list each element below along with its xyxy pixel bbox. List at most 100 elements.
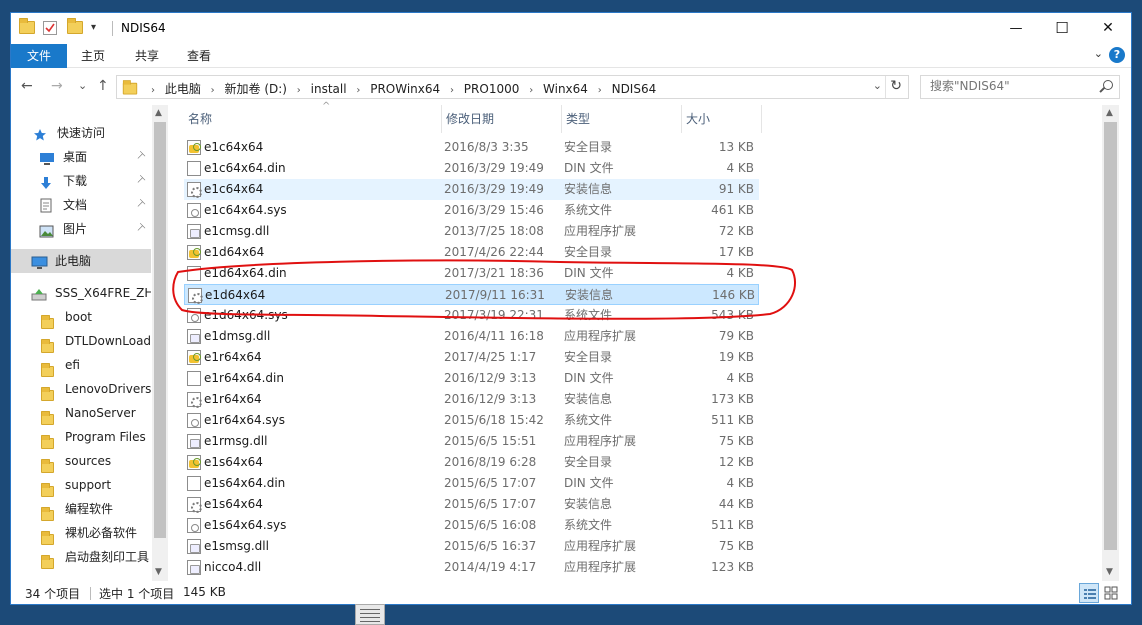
- scroll-up-arrow-icon[interactable]: ▲: [1106, 108, 1113, 118]
- breadcrumb-item-this-pc[interactable]: 此电脑: [165, 82, 201, 96]
- table-row[interactable]: nicco4.dll 2014/4/19 4:17 应用程序扩展 123 KB: [184, 557, 759, 578]
- address-history-chevron-down-icon[interactable]: ⌄: [873, 79, 882, 92]
- table-row[interactable]: e1s64x64.sys 2015/6/5 16:08 系统文件 511 KB: [184, 515, 759, 536]
- refresh-icon[interactable]: ↻: [890, 78, 902, 94]
- new-folder-icon[interactable]: [67, 18, 83, 37]
- properties-icon[interactable]: [43, 21, 57, 35]
- sidebar-item[interactable]: support: [11, 473, 151, 497]
- navigation-bar: ← → ⌄ ↑ › 此电脑 › 新加卷 (D:) › install › PRO…: [11, 68, 1131, 105]
- pin-icon[interactable]: ⊣: [130, 217, 151, 240]
- large-icons-view-icon[interactable]: [1101, 583, 1121, 603]
- scroll-up-arrow-icon[interactable]: ▲: [155, 108, 162, 118]
- table-row[interactable]: e1c64x64.sys 2016/3/29 15:46 系统文件 461 KB: [184, 200, 759, 221]
- pin-icon[interactable]: ⊣: [130, 193, 151, 216]
- tab-file[interactable]: 文件: [11, 44, 67, 68]
- up-arrow-icon[interactable]: ↑: [97, 78, 109, 94]
- close-button[interactable]: ✕: [1085, 13, 1131, 44]
- sidebar-item[interactable]: 文档 ⊣: [11, 193, 151, 217]
- scrollbar-thumb[interactable]: [1104, 122, 1117, 550]
- table-row[interactable]: e1r64x64.din 2016/12/9 3:13 DIN 文件 4 KB: [184, 368, 759, 389]
- breadcrumb-item-winx64[interactable]: Winx64: [543, 82, 588, 96]
- column-header-type[interactable]: 类型: [562, 105, 682, 133]
- file-icon: [187, 371, 201, 386]
- scrollbar-thumb[interactable]: [154, 122, 166, 538]
- search-input[interactable]: [930, 79, 1090, 93]
- sidebar-item[interactable]: 裸机必备软件: [11, 521, 151, 545]
- sidebar-item[interactable]: 下载 ⊣: [11, 169, 151, 193]
- file-size: 461 KB: [711, 203, 754, 217]
- table-row[interactable]: e1d64x64.din 2017/3/21 18:36 DIN 文件 4 KB: [184, 263, 759, 284]
- breadcrumb-separator[interactable]: ›: [450, 85, 454, 96]
- pin-icon[interactable]: ⊣: [130, 169, 151, 192]
- search-box[interactable]: [920, 75, 1120, 99]
- sidebar-item[interactable]: 此电脑: [11, 249, 151, 273]
- sidebar-item[interactable]: 编程软件: [11, 497, 151, 521]
- sidebar-item[interactable]: DTLDownLoads: [11, 329, 151, 353]
- breadcrumb-separator[interactable]: ›: [356, 85, 360, 96]
- file-type: DIN 文件: [564, 371, 614, 385]
- table-row[interactable]: e1s64x64.din 2015/6/5 17:07 DIN 文件 4 KB: [184, 473, 759, 494]
- sidebar-item[interactable]: sources: [11, 449, 151, 473]
- sidebar-item[interactable]: SSS_X64FRE_ZH-: [11, 281, 151, 305]
- recent-locations-chevron-down-icon[interactable]: ⌄: [78, 79, 87, 92]
- sidebar-item[interactable]: 图片 ⊣: [11, 217, 151, 241]
- column-header-date[interactable]: 修改日期: [442, 105, 562, 133]
- pin-icon[interactable]: ⊣: [130, 145, 151, 168]
- breadcrumb-item-prowinx64[interactable]: PROWinx64: [370, 82, 440, 96]
- forward-arrow-icon[interactable]: →: [51, 78, 63, 94]
- column-header-size[interactable]: 大小: [682, 105, 762, 133]
- maximize-button[interactable]: ☐: [1039, 13, 1085, 44]
- table-row[interactable]: e1cmsg.dll 2013/7/25 18:08 应用程序扩展 72 KB: [184, 221, 759, 242]
- breadcrumb-separator[interactable]: ›: [598, 85, 602, 96]
- table-row[interactable]: e1smsg.dll 2015/6/5 16:37 应用程序扩展 75 KB: [184, 536, 759, 557]
- tab-view[interactable]: 查看: [177, 44, 221, 68]
- table-row[interactable]: e1rmsg.dll 2015/6/5 15:51 应用程序扩展 75 KB: [184, 431, 759, 452]
- sidebar-item[interactable]: 桌面 ⊣: [11, 145, 151, 169]
- customize-toolbar-caret-icon[interactable]: ▾: [91, 22, 96, 38]
- file-list-scrollbar[interactable]: ▲ ▼: [1102, 105, 1119, 581]
- breadcrumb-separator[interactable]: ›: [211, 85, 215, 96]
- tab-share[interactable]: 共享: [125, 44, 169, 68]
- table-row[interactable]: e1r64x64.sys 2015/6/18 15:42 系统文件 511 KB: [184, 410, 759, 431]
- sidebar-item[interactable]: efi: [11, 353, 151, 377]
- breadcrumb-item-install[interactable]: install: [311, 82, 347, 96]
- table-row[interactable]: e1c64x64 2016/3/29 19:49 安装信息 91 KB: [184, 179, 759, 200]
- table-row[interactable]: e1d64x64 2017/9/11 16:31 安装信息 146 KB: [184, 284, 759, 305]
- expand-ribbon-chevron-down-icon[interactable]: ⌄: [1094, 47, 1103, 60]
- sidebar-item-label: SSS_X64FRE_ZH-: [55, 286, 151, 300]
- details-view-icon[interactable]: [1079, 583, 1099, 603]
- tab-home[interactable]: 主页: [71, 44, 115, 68]
- sidebar-item[interactable]: 启动盘刻印工具: [11, 545, 151, 569]
- help-icon[interactable]: ?: [1109, 47, 1125, 63]
- search-icon[interactable]: [1103, 80, 1113, 90]
- minimize-button[interactable]: —: [993, 13, 1039, 44]
- table-row[interactable]: e1d64x64 2017/4/26 22:44 安全目录 17 KB: [184, 242, 759, 263]
- address-bar[interactable]: › 此电脑 › 新加卷 (D:) › install › PROWinx64 ›…: [116, 75, 909, 99]
- column-header-name[interactable]: 名称: [184, 105, 442, 133]
- table-row[interactable]: e1s64x64 2016/8/19 6:28 安全目录 12 KB: [184, 452, 759, 473]
- table-row[interactable]: e1d64x64.sys 2017/3/19 22:31 系统文件 543 KB: [184, 305, 759, 326]
- back-arrow-icon[interactable]: ←: [21, 78, 33, 94]
- table-row[interactable]: e1c64x64.din 2016/3/29 19:49 DIN 文件 4 KB: [184, 158, 759, 179]
- file-date: 2016/4/11 16:18: [444, 329, 544, 343]
- breadcrumb-item-pro1000[interactable]: PRO1000: [464, 82, 520, 96]
- table-row[interactable]: e1c64x64 2016/8/3 3:35 安全目录 13 KB: [184, 137, 759, 158]
- scroll-down-arrow-icon[interactable]: ▼: [155, 567, 162, 577]
- breadcrumb-separator[interactable]: ›: [529, 85, 533, 96]
- taskbar-app-thumbnail[interactable]: [355, 604, 385, 625]
- scroll-down-arrow-icon[interactable]: ▼: [1106, 567, 1113, 577]
- navigation-pane-scrollbar[interactable]: ▲ ▼: [152, 105, 168, 581]
- table-row[interactable]: e1dmsg.dll 2016/4/11 16:18 应用程序扩展 79 KB: [184, 326, 759, 347]
- breadcrumb-item-ndis64[interactable]: NDIS64: [612, 82, 657, 96]
- sidebar-item[interactable]: boot: [11, 305, 151, 329]
- table-row[interactable]: e1r64x64 2016/12/9 3:13 安装信息 173 KB: [184, 389, 759, 410]
- sidebar-item[interactable]: NanoServer: [11, 401, 151, 425]
- sidebar-item[interactable]: LenovoDrivers: [11, 377, 151, 401]
- table-row[interactable]: e1r64x64 2017/4/25 1:17 安全目录 19 KB: [184, 347, 759, 368]
- breadcrumb-separator[interactable]: ›: [297, 85, 301, 96]
- sidebar-item[interactable]: 快速访问: [11, 121, 151, 145]
- file-date: 2015/6/5 17:07: [444, 476, 537, 490]
- table-row[interactable]: e1s64x64 2015/6/5 17:07 安装信息 44 KB: [184, 494, 759, 515]
- sidebar-item[interactable]: Program Files: [11, 425, 151, 449]
- breadcrumb-item-drive-d[interactable]: 新加卷 (D:): [225, 82, 287, 96]
